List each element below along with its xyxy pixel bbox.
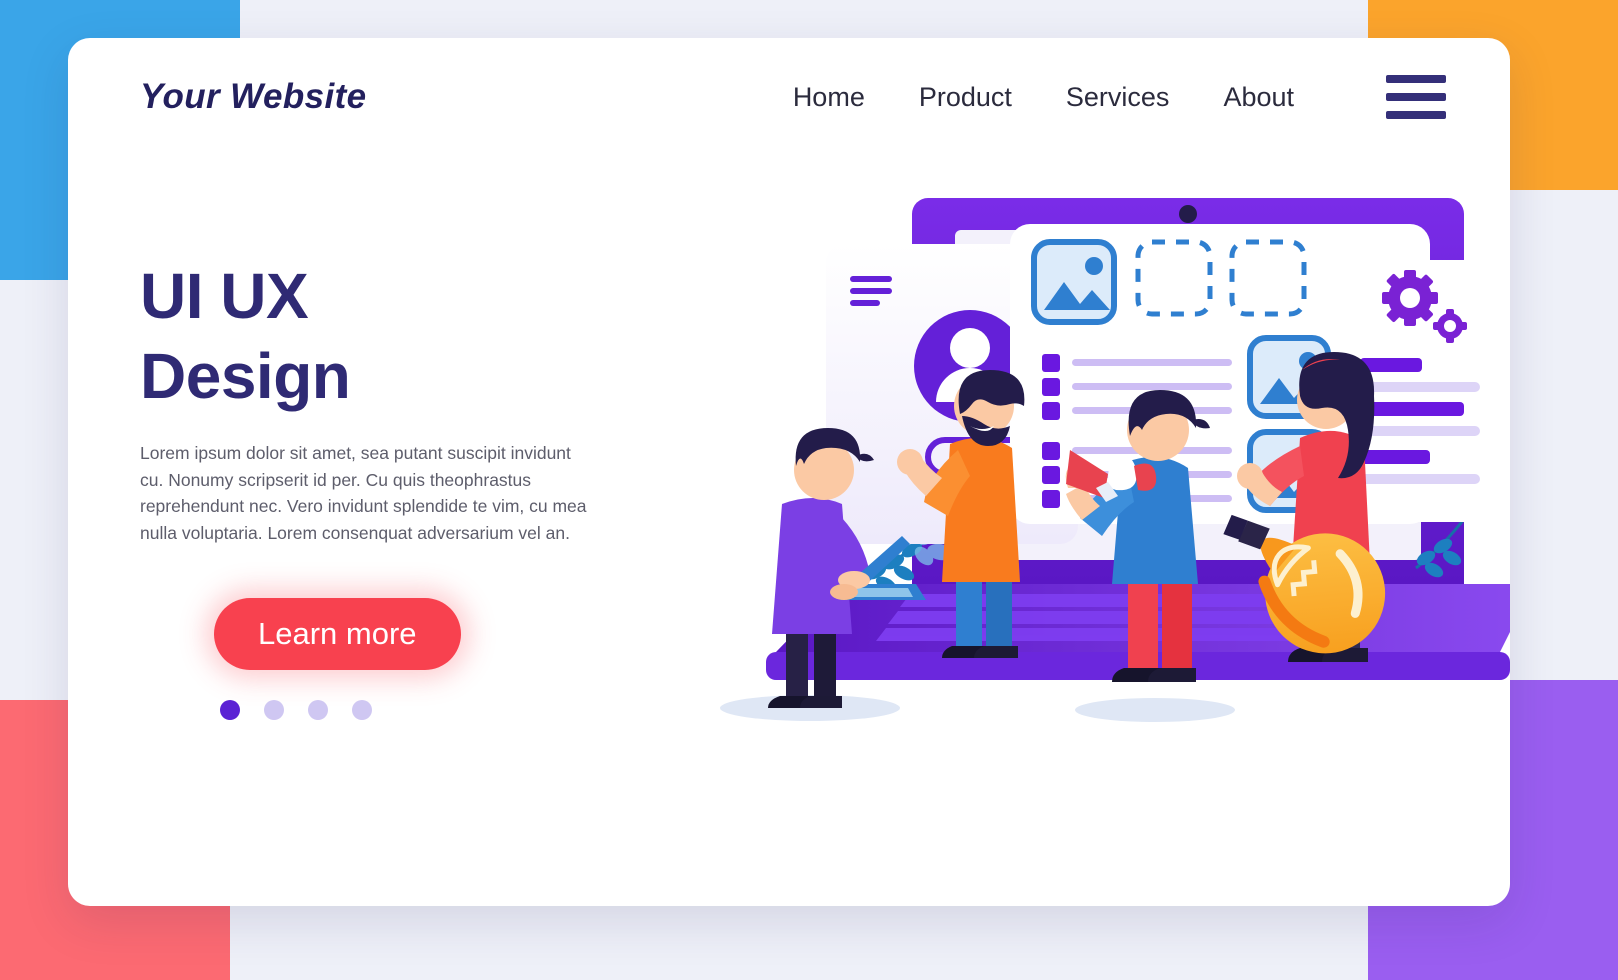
laptop-camera	[1179, 205, 1197, 223]
hero-paragraph: Lorem ipsum dolor sit amet, sea putant s…	[140, 443, 587, 543]
nav-item-home[interactable]: Home	[793, 82, 865, 113]
site-logo[interactable]: Your Website	[140, 77, 367, 117]
main-navigation: Home Product Services About	[793, 75, 1446, 119]
hero-section: UI UX Design Lorem ipsum dolor sit amet,…	[140, 256, 660, 721]
nav-item-product[interactable]: Product	[919, 82, 1012, 113]
ui-ux-design-illustration	[610, 188, 1510, 748]
nav-item-about[interactable]: About	[1223, 82, 1294, 113]
carousel-dot-1[interactable]	[220, 700, 240, 721]
floor-shadow	[1075, 698, 1235, 722]
nav-item-services[interactable]: Services	[1066, 82, 1170, 113]
carousel-dot-2[interactable]	[264, 700, 284, 721]
carousel-dot-3[interactable]	[308, 700, 328, 721]
site-header: Your Website Home Product Services About	[68, 38, 1510, 156]
headline-line-1: UI UX	[140, 260, 309, 332]
learn-more-button[interactable]: Learn more	[214, 598, 461, 671]
carousel-dots	[220, 700, 660, 721]
image-placeholder-card	[1031, 239, 1117, 325]
hamburger-icon[interactable]	[1386, 75, 1446, 119]
headline-line-2: Design	[140, 340, 351, 412]
page-title: UI UX Design	[140, 256, 660, 416]
landing-page-card: Your Website Home Product Services About…	[68, 38, 1510, 906]
carousel-dot-4[interactable]	[352, 700, 372, 721]
